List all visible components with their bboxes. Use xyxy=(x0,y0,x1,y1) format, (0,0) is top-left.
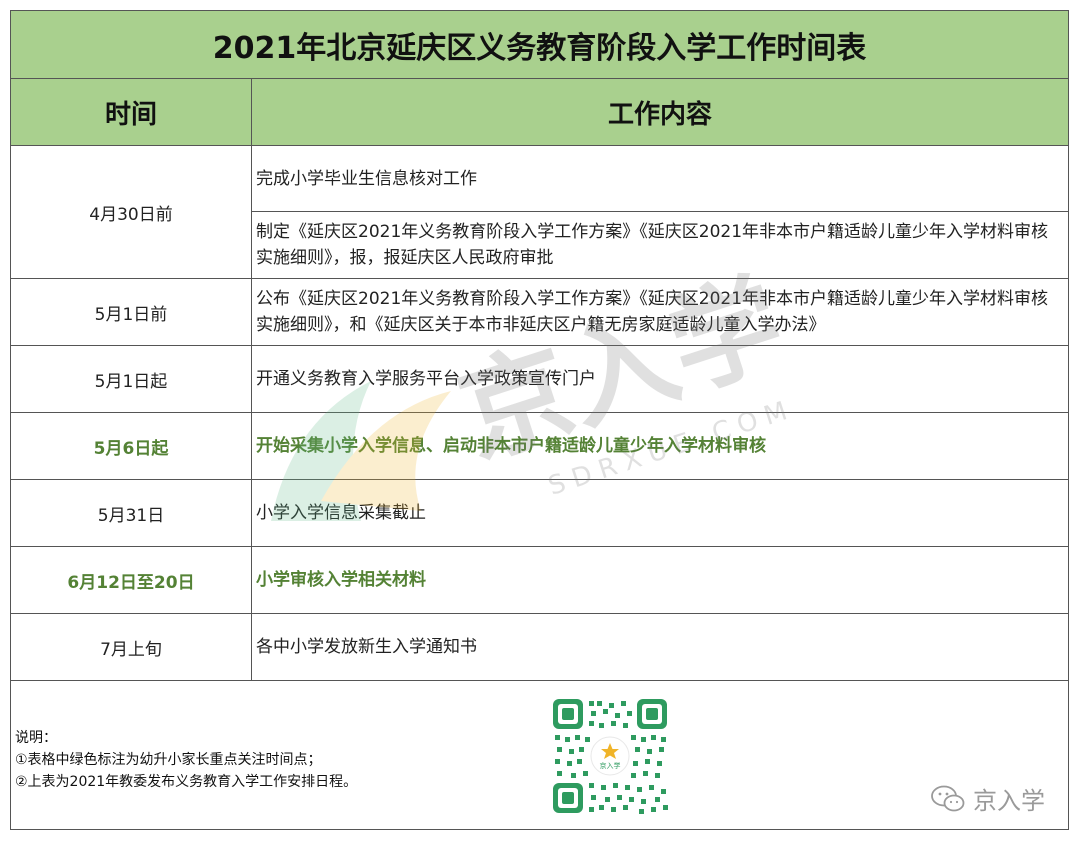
table-row: 4月30日前 完成小学毕业生信息核对工作 制定《延庆区2021年义务教育阶段入学… xyxy=(11,146,1068,279)
wechat-icon xyxy=(931,785,965,811)
qr-code: 京入学 xyxy=(551,697,669,815)
row-time: 4月30日前 xyxy=(11,146,252,278)
table-title: 2021年北京延庆区义务教育阶段入学工作时间表 xyxy=(11,11,1068,79)
row-time: 6月12日至20日 xyxy=(11,547,252,613)
row-content: 开始采集小学入学信息、启动非本市户籍适龄儿童少年入学材料审核 xyxy=(256,436,766,456)
table-row: 5月31日 小学入学信息采集截止 xyxy=(11,480,1068,547)
qr-logo-text: 京入学 xyxy=(600,761,621,770)
row-time: 5月31日 xyxy=(11,480,252,546)
row-content: 小学审核入学相关材料 xyxy=(256,570,426,590)
row-content: 开通义务教育入学服务平台入学政策宣传门户 xyxy=(256,369,596,389)
row-content: 各中小学发放新生入学通知书 xyxy=(256,637,477,657)
row-content: 公布《延庆区2021年义务教育阶段入学工作方案》《延庆区2021年非本市户籍适龄… xyxy=(256,289,1049,335)
row-time: 5月6日起 xyxy=(11,413,252,479)
qr-code-image: 京入学 xyxy=(551,697,669,815)
brand-name: 京入学 xyxy=(973,787,1045,815)
header-content: 工作内容 xyxy=(252,79,1068,146)
notes: 说明： ①表格中绿色标注为幼升小家长重点关注时间点； ②上表为2021年教委发布… xyxy=(15,727,357,793)
row-content: 完成小学毕业生信息核对工作 xyxy=(252,146,1068,212)
notes-line-2: ②上表为2021年教委发布义务教育入学工作安排日程。 xyxy=(15,774,358,790)
table-row: 5月1日前 公布《延庆区2021年义务教育阶段入学工作方案》《延庆区2021年非… xyxy=(11,279,1068,346)
schedule-table: 2021年北京延庆区义务教育阶段入学工作时间表 时间 工作内容 4月30日前 完… xyxy=(10,10,1069,830)
header-time: 时间 xyxy=(11,79,252,146)
row-time: 7月上旬 xyxy=(11,614,252,680)
notes-heading: 说明： xyxy=(15,730,57,746)
table-row: 7月上旬 各中小学发放新生入学通知书 xyxy=(11,614,1068,681)
table-row-highlight: 6月12日至20日 小学审核入学相关材料 xyxy=(11,547,1068,614)
brand-mark: 京入学 xyxy=(931,781,1045,816)
row-content: 小学入学信息采集截止 xyxy=(256,503,426,523)
row-time: 5月1日起 xyxy=(11,346,252,412)
row-time: 5月1日前 xyxy=(11,279,252,345)
row-content: 制定《延庆区2021年义务教育阶段入学工作方案》《延庆区2021年非本市户籍适龄… xyxy=(256,222,1049,268)
table-row-highlight: 5月6日起 开始采集小学入学信息、启动非本市户籍适龄儿童少年入学材料审核 xyxy=(11,413,1068,480)
notes-line-1: ①表格中绿色标注为幼升小家长重点关注时间点； xyxy=(15,752,322,768)
table-row: 5月1日起 开通义务教育入学服务平台入学政策宣传门户 xyxy=(11,346,1068,413)
